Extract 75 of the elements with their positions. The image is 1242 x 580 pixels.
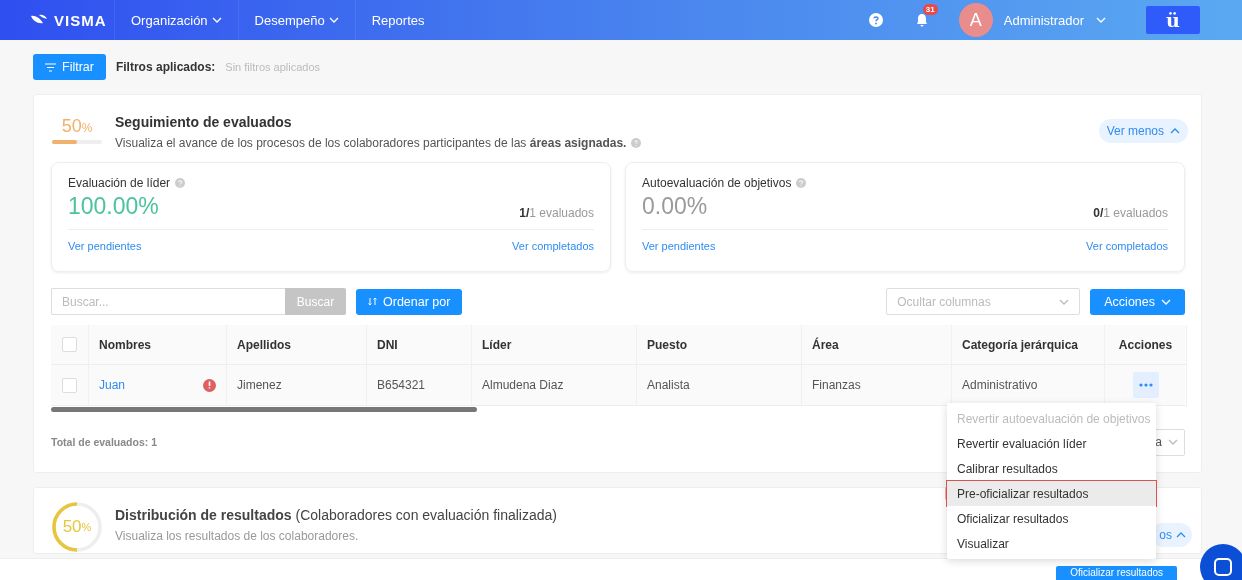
column-header: Puesto [637, 325, 802, 365]
logo[interactable]: VISMA [30, 11, 114, 29]
avatar[interactable]: A [958, 3, 993, 37]
help-icon[interactable] [175, 178, 186, 188]
table-cell: Analista [637, 365, 802, 406]
app-button[interactable]: ü [1146, 6, 1200, 34]
chat-button[interactable] [1200, 544, 1242, 580]
officialize-button[interactable]: Oficializar resultados [1056, 566, 1177, 580]
more-icon [1138, 383, 1153, 387]
table-cell: Finanzas [802, 365, 952, 406]
chevron-down-icon [1059, 298, 1070, 305]
stat-value: 100.00% [68, 193, 159, 220]
column-header: Acciones [1105, 325, 1187, 365]
sort-button[interactable]: Ordenar por [356, 288, 463, 315]
filters-label: Filtros aplicados: [115, 60, 216, 74]
table-cell: Almudena Diaz [472, 365, 637, 406]
section-description: Visualiza el avance de los procesos de los colaboradores participantes de las áreas asignadas. [115, 136, 627, 150]
scrollbar[interactable] [51, 407, 477, 412]
completed-link[interactable]: Ver completados [512, 240, 594, 252]
section-title: Distribución de resultados (Colaboradores con evaluación finalizada) [115, 507, 557, 523]
chevron-down-icon [1168, 439, 1178, 445]
filter-icon [45, 62, 56, 72]
name-link[interactable]: Juan [99, 378, 126, 392]
search-field[interactable]: Buscar... [51, 288, 285, 315]
progress-percent: 50% [61, 116, 93, 137]
logo-text: VISMA [54, 11, 107, 29]
row-checkbox[interactable] [62, 377, 77, 393]
donut-percent: 50% [61, 516, 93, 538]
section-description: Visualiza los resultados de los colaboradores. [115, 529, 359, 543]
notification-badge: 31 [922, 4, 938, 15]
column-header: Apellidos [227, 325, 367, 365]
collapse-button[interactable]: Ver menos [1098, 119, 1188, 143]
menu-item[interactable]: Calibrar resultados [947, 456, 1156, 481]
column-header: Categoría jerárquica [952, 325, 1105, 365]
column-header: Área [802, 325, 952, 365]
user-menu[interactable]: Administrador [1003, 12, 1106, 28]
menu-item[interactable]: Oficializar resultados [947, 506, 1156, 531]
table-cell: B654321 [367, 365, 472, 406]
chevron-up-icon [1176, 532, 1186, 538]
stat-value: 0.00% [642, 193, 708, 220]
chat-icon [1213, 557, 1233, 577]
column-header: Líder [472, 325, 637, 365]
filters-value: Sin filtros aplicados [225, 61, 321, 73]
filter-button[interactable]: Filtrar [33, 54, 106, 80]
actions-button[interactable]: Acciones [1090, 288, 1185, 315]
menu-item[interactable]: Visualizar [947, 531, 1156, 556]
chevron-down-icon [1161, 298, 1171, 305]
stat-title: Autoevaluación de objetivos [642, 176, 792, 190]
pending-link[interactable]: Ver pendientes [642, 240, 716, 252]
stat-title: Evaluación de líder [68, 176, 171, 190]
chevron-down-icon [1096, 17, 1106, 23]
menu-item[interactable]: Revertir evaluación líder [947, 431, 1156, 456]
total-text: Total de evaluados: 1 [51, 436, 157, 448]
nav-item[interactable]: Organización [114, 0, 238, 40]
section-title: Seguimiento de evaluados [115, 114, 293, 130]
help-icon[interactable] [631, 138, 642, 148]
pending-link[interactable]: Ver pendientes [68, 240, 142, 252]
evaluated-count: 1/1 evaluados [519, 206, 594, 220]
logo-icon [30, 14, 48, 26]
sort-icon [368, 297, 377, 306]
column-header: Nombres [89, 325, 227, 365]
chevron-up-icon [1170, 128, 1180, 134]
help-icon[interactable] [868, 13, 883, 27]
select-all-checkbox[interactable] [62, 337, 77, 352]
completed-link[interactable]: Ver completados [1086, 240, 1168, 252]
column-header: DNI [367, 325, 472, 365]
table-cell: Jimenez [227, 365, 367, 406]
evaluated-count: 0/1 evaluados [1093, 206, 1168, 220]
bell-icon[interactable] [915, 13, 928, 27]
nav-item[interactable]: Desempeño [237, 0, 355, 40]
columns-select[interactable]: Ocultar columnas [886, 288, 1081, 315]
menu-item[interactable]: Pre-oficializar resultados [947, 481, 1156, 506]
nav-item[interactable]: Reportes [354, 0, 441, 40]
help-icon[interactable] [796, 178, 807, 188]
more-button[interactable] [1132, 372, 1159, 398]
